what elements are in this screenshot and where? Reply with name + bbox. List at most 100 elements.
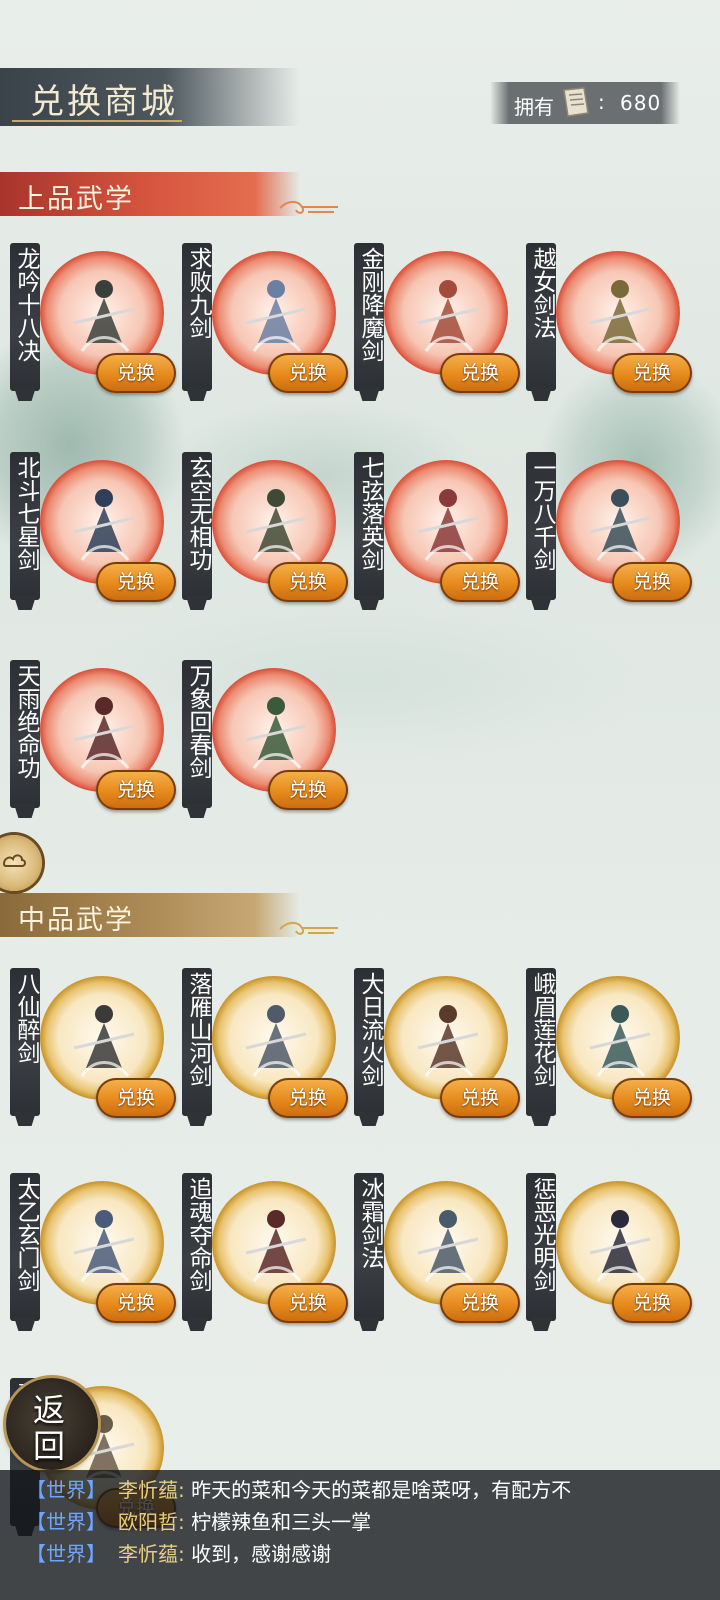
- exchange-button[interactable]: 兑换: [612, 1078, 692, 1118]
- martial-artist-figure: [245, 1210, 307, 1282]
- cloud-swirl-icon: [279, 921, 338, 935]
- chat-channel: 【世界】: [26, 1510, 106, 1534]
- chat-channel: 【世界】: [26, 1478, 106, 1502]
- exchange-button[interactable]: 兑换: [268, 1078, 348, 1118]
- item-card[interactable]: 求败九剑兑换: [172, 243, 348, 408]
- martial-artist-figure: [589, 1210, 651, 1282]
- item-name-plaque: 万象回春剑: [182, 660, 212, 808]
- side-menu-button[interactable]: [0, 835, 42, 891]
- exchange-button[interactable]: 兑换: [96, 1283, 176, 1323]
- item-name-plaque: 龙吟十八决: [10, 243, 40, 391]
- exchange-button[interactable]: 兑换: [96, 562, 176, 602]
- item-card[interactable]: 峨眉莲花剑兑换: [516, 968, 692, 1133]
- item-name: 大日流火剑: [357, 972, 383, 1087]
- cloud-swirl-icon: [279, 200, 338, 214]
- item-card[interactable]: 龙吟十八决兑换: [0, 243, 176, 408]
- chat-message: 昨天的菜和今天的菜都是啥菜呀，有配方不: [191, 1478, 572, 1502]
- item-name: 八仙醉剑: [13, 972, 39, 1064]
- item-name-plaque: 越女剑法: [526, 243, 556, 391]
- exchange-button[interactable]: 兑换: [612, 1283, 692, 1323]
- item-card[interactable]: 玄空无相功兑换: [172, 452, 348, 617]
- item-card[interactable]: 冰霜剑法兑换: [344, 1173, 520, 1338]
- item-name: 峨眉莲花剑: [529, 972, 555, 1087]
- exchange-button[interactable]: 兑换: [96, 353, 176, 393]
- section-banner-mid: 中品武学: [0, 893, 338, 937]
- item-name: 玄空无相功: [185, 456, 211, 571]
- item-card[interactable]: 越女剑法兑换: [516, 243, 692, 408]
- item-name-plaque: 求败九剑: [182, 243, 212, 391]
- item-name: 太乙玄门剑: [13, 1177, 39, 1292]
- item-name-plaque: 大日流火剑: [354, 968, 384, 1116]
- cloud-icon: [2, 854, 26, 867]
- item-name-plaque: 北斗七星剑: [10, 452, 40, 600]
- item-card[interactable]: 万象回春剑兑换: [172, 660, 348, 825]
- item-name: 七弦落英剑: [357, 456, 383, 571]
- section-title: 上品武学: [18, 184, 134, 215]
- item-name-plaque: 太乙玄门剑: [10, 1173, 40, 1321]
- chat-panel[interactable]: 【世界】 李忻蕴: 昨天的菜和今天的菜都是啥菜呀，有配方不 【世界】 欧阳哲: …: [0, 1470, 720, 1600]
- item-name-plaque: 天雨绝命功: [10, 660, 40, 808]
- exchange-button[interactable]: 兑换: [440, 1078, 520, 1118]
- martial-artist-figure: [245, 489, 307, 561]
- owned-colon: :: [598, 90, 605, 114]
- item-card[interactable]: 金刚降魔剑兑换: [344, 243, 520, 408]
- item-name-plaque: 八仙醉剑: [10, 968, 40, 1116]
- item-name-plaque: 一万八千剑: [526, 452, 556, 600]
- page-title: 兑换商城: [30, 82, 178, 122]
- item-card[interactable]: 追魂夺命剑兑换: [172, 1173, 348, 1338]
- martial-artist-figure: [73, 697, 135, 769]
- chat-sender: 欧阳哲:: [118, 1510, 185, 1534]
- martial-artist-figure: [417, 280, 479, 352]
- owned-label: 拥有: [514, 95, 554, 119]
- item-name: 北斗七星剑: [13, 456, 39, 571]
- martial-artist-figure: [417, 1210, 479, 1282]
- item-card[interactable]: 七弦落英剑兑换: [344, 452, 520, 617]
- item-card[interactable]: 一万八千剑兑换: [516, 452, 692, 617]
- martial-artist-figure: [73, 280, 135, 352]
- exchange-button[interactable]: 兑换: [96, 770, 176, 810]
- exchange-button[interactable]: 兑换: [612, 353, 692, 393]
- martial-artist-figure: [73, 1005, 135, 1077]
- exchange-button[interactable]: 兑换: [440, 1283, 520, 1323]
- item-name-plaque: 七弦落英剑: [354, 452, 384, 600]
- item-name-plaque: 落雁山河剑: [182, 968, 212, 1116]
- item-name: 金刚降魔剑: [357, 247, 383, 362]
- exchange-button[interactable]: 兑换: [268, 353, 348, 393]
- item-card[interactable]: 太乙玄门剑兑换: [0, 1173, 176, 1338]
- exchange-button[interactable]: 兑换: [268, 562, 348, 602]
- martial-artist-figure: [589, 489, 651, 561]
- item-card[interactable]: 八仙醉剑兑换: [0, 968, 176, 1133]
- owned-value: 680: [620, 91, 662, 115]
- item-card[interactable]: 大日流火剑兑换: [344, 968, 520, 1133]
- item-card[interactable]: 落雁山河剑兑换: [172, 968, 348, 1133]
- item-name-plaque: 冰霜剑法: [354, 1173, 384, 1321]
- exchange-button[interactable]: 兑换: [268, 770, 348, 810]
- martial-artist-figure: [589, 1005, 651, 1077]
- martial-artist-figure: [417, 1005, 479, 1077]
- item-name: 追魂夺命剑: [185, 1177, 211, 1292]
- item-name: 一万八千剑: [529, 456, 555, 571]
- martial-artist-figure: [73, 1210, 135, 1282]
- exchange-button[interactable]: 兑换: [440, 353, 520, 393]
- exchange-button[interactable]: 兑换: [96, 1078, 176, 1118]
- item-name: 落雁山河剑: [185, 972, 211, 1087]
- chat-message-row: 欧阳哲: 柠檬辣鱼和三头一掌: [118, 1506, 371, 1535]
- chat-message: 柠檬辣鱼和三头一掌: [191, 1510, 372, 1534]
- chat-sender: 李忻蕴:: [118, 1478, 185, 1502]
- exchange-button[interactable]: 兑换: [612, 562, 692, 602]
- item-name-plaque: 玄空无相功: [182, 452, 212, 600]
- item-card[interactable]: 惩恶光明剑 兑换: [516, 1173, 692, 1338]
- item-name: 冰霜剑法: [357, 1177, 383, 1269]
- item-name-plaque: 追魂夺命剑: [182, 1173, 212, 1321]
- item-card[interactable]: 天雨绝命功兑换: [0, 660, 176, 825]
- exchange-button[interactable]: 兑换: [440, 562, 520, 602]
- chat-channel: 【世界】: [26, 1542, 106, 1566]
- chat-message-row: 李忻蕴: 收到，感谢感谢: [118, 1538, 331, 1567]
- return-label[interactable]: 返回: [24, 1392, 74, 1464]
- chat-message-row: 李忻蕴: 昨天的菜和今天的菜都是啥菜呀，有配方不: [118, 1474, 571, 1503]
- exchange-button[interactable]: 兑换: [268, 1283, 348, 1323]
- martial-artist-figure: [73, 489, 135, 561]
- item-name-plaque: 峨眉莲花剑: [526, 968, 556, 1116]
- martial-artist-figure: [245, 697, 307, 769]
- item-card[interactable]: 北斗七星剑兑换: [0, 452, 176, 617]
